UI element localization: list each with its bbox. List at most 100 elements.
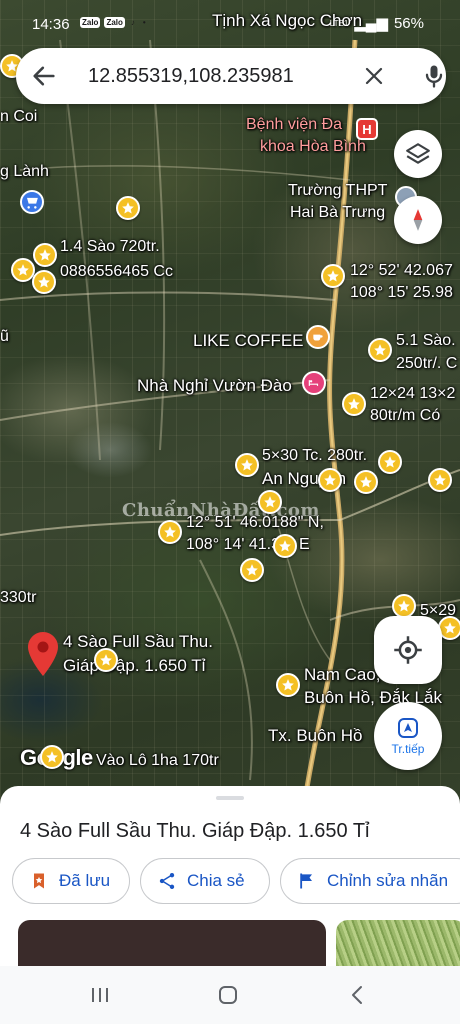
label-coord1-lon[interactable]: 108° 15' 25.98 <box>350 284 453 302</box>
star-icon <box>46 751 58 763</box>
label-school-line1[interactable]: Trường THPT <box>288 182 387 200</box>
coffee-icon[interactable] <box>306 325 330 349</box>
place-photo[interactable] <box>18 920 326 966</box>
home-icon[interactable] <box>216 983 240 1007</box>
label-nha-nghi[interactable]: Nhà Nghỉ Vườn Đào <box>137 377 292 395</box>
star-icon <box>264 496 276 508</box>
star-marker[interactable] <box>276 673 300 697</box>
search-input[interactable]: 12.855319,108.235981 <box>88 65 294 88</box>
share-label: Chia sẻ <box>187 871 245 890</box>
label-sao-51-line2[interactable]: 250tr/. C <box>396 355 457 373</box>
navigation-button[interactable]: Tr.tiếp <box>374 702 442 770</box>
recent-apps-icon[interactable] <box>88 983 112 1007</box>
star-icon <box>434 474 446 486</box>
star-icon <box>327 270 339 282</box>
label-like-coffee[interactable]: LIKE COFFEE <box>193 332 304 350</box>
star-marker[interactable] <box>392 594 416 618</box>
label-tx-buon-ho[interactable]: Tx. Buôn Hồ <box>268 727 363 745</box>
star-icon <box>38 276 50 288</box>
more-notifications-icon: • <box>142 18 146 27</box>
status-time: 14:36 <box>32 16 70 33</box>
star-marker[interactable] <box>32 270 56 294</box>
my-location-button[interactable] <box>374 616 442 684</box>
network-label: LTE1 <box>329 18 349 28</box>
bookmark-icon <box>34 873 44 889</box>
star-icon <box>39 249 51 261</box>
place-bottom-sheet[interactable]: 4 Sào Full Sầu Thu. Giáp Đập. 1.650 Tỉ Đ… <box>0 786 460 966</box>
edit-label: Chỉnh sửa nhãn <box>327 871 449 890</box>
star-icon <box>398 600 410 612</box>
star-icon <box>100 654 112 666</box>
system-icons: LTE1 ▂▄▆ 56% <box>329 14 424 33</box>
label-size12-line1[interactable]: 12×24 13×2 <box>370 385 455 403</box>
star-marker[interactable] <box>258 490 282 514</box>
label-g-lanh[interactable]: g Lành <box>0 163 49 181</box>
saved-label: Đã lưu <box>59 871 111 890</box>
compass-icon <box>413 209 423 231</box>
label-hospital-line1[interactable]: Bệnh viện Đa <box>246 116 342 134</box>
place-title: 4 Sào Full Sầu Thu. Giáp Đập. 1.650 Tỉ <box>20 820 370 842</box>
microphone-icon[interactable] <box>420 62 448 90</box>
share-icon <box>159 873 175 889</box>
star-marker[interactable] <box>342 392 366 416</box>
star-icon <box>246 564 258 576</box>
star-marker[interactable] <box>428 468 452 492</box>
layers-button[interactable] <box>394 130 442 178</box>
navigation-label: Tr.tiếp <box>391 742 425 756</box>
compass-button[interactable] <box>394 196 442 244</box>
star-marker[interactable] <box>321 264 345 288</box>
label-vao-lo[interactable]: Vào Lô 1ha 170tr <box>96 752 219 770</box>
star-icon <box>444 622 456 634</box>
notification-icons: Zalo Zalo ♪ • <box>80 17 148 28</box>
label-330tr[interactable]: 330tr <box>0 589 36 607</box>
label-hospital-line2[interactable]: khoa Hòa Bình <box>260 138 366 156</box>
star-marker[interactable] <box>368 338 392 362</box>
label-plot-530[interactable]: 5×30 Tc. 280tr. <box>262 447 367 465</box>
label-school-line2[interactable]: Hai Bà Trưng <box>290 204 385 222</box>
star-icon <box>384 456 396 468</box>
star-icon <box>374 344 386 356</box>
satellite-map[interactable]: Tịnh Xá Ngọc Chơn Bệnh viện Đa khoa Hòa … <box>0 0 460 800</box>
star-marker[interactable] <box>354 470 378 494</box>
star-marker[interactable] <box>273 534 297 558</box>
share-button[interactable]: Chia sẻ <box>140 858 270 904</box>
star-marker[interactable] <box>33 243 57 267</box>
star-marker[interactable] <box>318 468 342 492</box>
label-selected-line2[interactable]: Giáp Đập. 1.650 Tỉ <box>63 657 205 675</box>
back-arrow-icon[interactable] <box>30 62 58 90</box>
label-size12-line2[interactable]: 80tr/m Có <box>370 407 440 425</box>
label-coord2-lat[interactable]: 12° 51' 46.0188" N, <box>186 514 324 532</box>
selected-location-pin-icon[interactable] <box>28 632 58 676</box>
saved-button[interactable]: Đã lưu <box>12 858 130 904</box>
star-icon <box>348 398 360 410</box>
star-icon <box>122 202 134 214</box>
star-marker[interactable] <box>94 648 118 672</box>
label-phone[interactable]: 0886556465 Cc <box>60 263 173 281</box>
label-n-coi[interactable]: n Coi <box>0 108 37 126</box>
star-marker[interactable] <box>235 453 259 477</box>
label-sao-51-line1[interactable]: 5.1 Sào. <box>396 332 456 350</box>
search-bar[interactable]: 12.855319,108.235981 <box>16 48 446 104</box>
hotel-bed-icon[interactable] <box>302 371 326 395</box>
hospital-icon[interactable]: H <box>356 118 378 140</box>
shopping-cart-icon[interactable] <box>20 190 44 214</box>
drag-handle[interactable] <box>216 796 244 800</box>
label-selected-line1[interactable]: 4 Sào Full Sầu Thu. <box>63 633 213 651</box>
navigation-arrow-icon <box>398 718 418 738</box>
back-icon[interactable] <box>346 983 370 1007</box>
star-marker[interactable] <box>240 558 264 582</box>
label-sao-14[interactable]: 1.4 Sào 720tr. <box>60 238 160 256</box>
place-photo[interactable] <box>336 920 460 966</box>
star-icon <box>279 540 291 552</box>
star-icon <box>282 679 294 691</box>
star-marker[interactable] <box>116 196 140 220</box>
edit-label-button[interactable]: Chỉnh sửa nhãn <box>280 858 460 904</box>
star-marker[interactable] <box>158 520 182 544</box>
star-marker[interactable] <box>40 745 64 769</box>
label-fragment: ũ <box>0 328 9 345</box>
label-coord1-lat[interactable]: 12° 52' 42.067 <box>350 262 453 280</box>
battery-level: 56% <box>393 14 424 32</box>
flag-icon <box>300 873 312 889</box>
clear-icon[interactable] <box>362 64 386 88</box>
star-marker[interactable] <box>378 450 402 474</box>
